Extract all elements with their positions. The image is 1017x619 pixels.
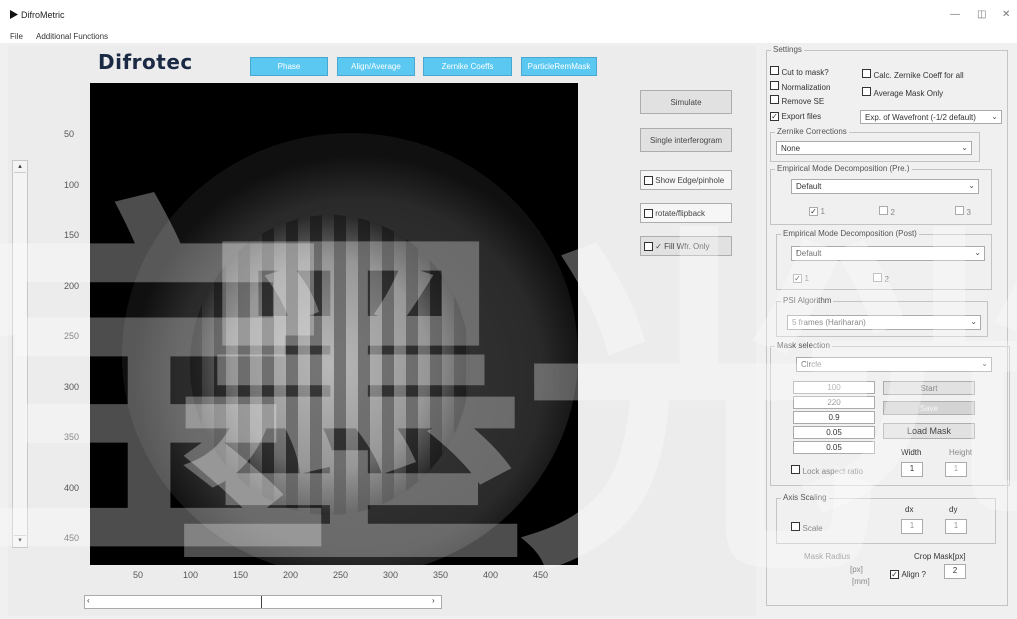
zernike-title: Zernike Corrections <box>775 127 849 136</box>
calc-zernike-checkbox[interactable] <box>862 69 871 78</box>
average-mask-checkbox[interactable] <box>862 87 871 96</box>
emd-pre-title: Empirical Mode Decomposition (Pre.) <box>775 164 912 173</box>
emd-pre-value: Default <box>796 182 822 191</box>
zernike-select-value: None <box>781 144 801 153</box>
chevron-down-icon: ⌄ <box>991 112 998 121</box>
app-logo-icon <box>10 10 18 19</box>
chevron-down-icon: ⌄ <box>961 143 968 152</box>
maximize-icon[interactable]: ◫ <box>977 9 986 20</box>
align-label: Align ? <box>901 570 926 579</box>
chevron-down-icon: ⌄ <box>968 181 975 190</box>
zernike-coeffs-button[interactable]: Zernike Coeffs <box>423 57 512 76</box>
cut-to-mask-checkbox[interactable] <box>770 66 779 75</box>
export-files-label: Export files <box>781 112 822 121</box>
average-mask-label: Average Mask Only <box>873 89 944 98</box>
normalization-checkbox[interactable] <box>770 81 779 90</box>
emd-pre-select[interactable]: Default ⌄ <box>791 179 979 194</box>
show-edge-checkbox[interactable] <box>644 175 653 185</box>
minimize-icon[interactable]: — <box>950 9 960 20</box>
window-title: DifroMetric <box>21 10 65 20</box>
remove-se-label: Remove SE <box>781 97 825 106</box>
align-checkbox[interactable] <box>890 570 899 579</box>
export-select-value: Exp. of Wavefront (-1/2 default) <box>865 113 976 122</box>
single-interferogram-button[interactable]: Single interferogram <box>640 128 732 152</box>
menu-file[interactable]: File <box>10 32 23 41</box>
watermark-char-2: 墨 <box>170 200 530 619</box>
y-tick-label: 50 <box>64 129 75 139</box>
remove-se-checkbox[interactable] <box>770 95 779 104</box>
show-edge-toggle[interactable]: Show Edge/pinhole <box>640 170 732 190</box>
cut-to-mask-label: Cut to mask? <box>781 68 829 77</box>
title-bar: DifroMetric — ◫ ✕ <box>0 0 1017 32</box>
export-select[interactable]: Exp. of Wavefront (-1/2 default) ⌄ <box>860 110 1002 124</box>
phase-button[interactable]: Phase <box>250 57 328 76</box>
calc-zernike-label: Calc. Zernike Coeff for all <box>873 71 964 80</box>
particle-rem-mask-button[interactable]: ParticleRemMask <box>521 57 597 76</box>
difrotec-logo: Difrotec <box>98 50 193 74</box>
show-edge-label: Show Edge/pinhole <box>655 175 725 185</box>
menu-additional-functions[interactable]: Additional Functions <box>36 32 108 41</box>
export-files-checkbox[interactable] <box>770 112 779 121</box>
settings-title: Settings <box>771 45 804 54</box>
align-average-button[interactable]: Align/Average <box>337 57 415 76</box>
close-icon[interactable]: ✕ <box>1002 9 1010 20</box>
zernike-group: Zernike Corrections None ⌄ <box>770 127 980 162</box>
simulate-button[interactable]: Simulate <box>640 90 732 114</box>
zernike-select[interactable]: None ⌄ <box>776 141 972 155</box>
watermark-char-4: 光 <box>800 205 1017 554</box>
crop-mask-input[interactable]: 2 <box>944 564 966 579</box>
menu-bar: File Additional Functions <box>0 32 1017 43</box>
normalization-label: Normalization <box>781 83 831 92</box>
